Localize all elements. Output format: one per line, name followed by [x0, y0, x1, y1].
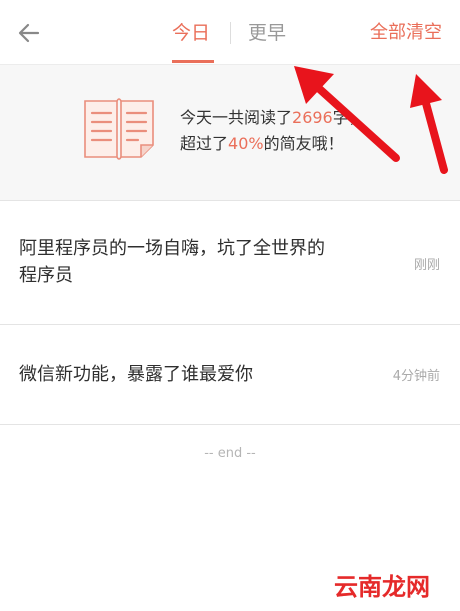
article-title[interactable]: 阿里程序员的一场自嗨，坑了全世界的程序员 [19, 235, 339, 289]
list-item[interactable]: 阿里程序员的一场自嗨，坑了全世界的程序员 刚刚 [0, 201, 460, 325]
open-book-icon [84, 98, 154, 160]
article-time: 4分钟前 [392, 369, 440, 384]
back-button[interactable] [14, 18, 44, 48]
percent-value: 40% [228, 134, 264, 153]
active-tab-indicator [172, 60, 214, 63]
article-time: 刚刚 [413, 258, 440, 273]
summary-line2-prefix: 超过了 [180, 134, 229, 153]
arrow-left-icon [18, 23, 40, 43]
end-of-list-marker: -- end -- [204, 446, 256, 461]
clear-all-button[interactable]: 全部清空 [370, 18, 442, 48]
tab-today[interactable]: 今日 [172, 18, 210, 48]
list-item[interactable]: 微信新功能，暴露了谁最爱你 4分钟前 [0, 325, 460, 425]
summary-line1-prefix: 今天一共阅读了 [180, 108, 293, 127]
annotation-arrow-icon [410, 74, 448, 174]
watermark-logo: 云南龙网 [334, 573, 430, 601]
tab-divider [230, 22, 231, 44]
tab-earlier[interactable]: 更早 [248, 18, 286, 48]
article-title[interactable]: 微信新功能，暴露了谁最爱你 [19, 361, 339, 388]
top-bar: 今日 更早 全部清空 [0, 0, 460, 65]
annotation-arrow-icon [294, 66, 400, 162]
